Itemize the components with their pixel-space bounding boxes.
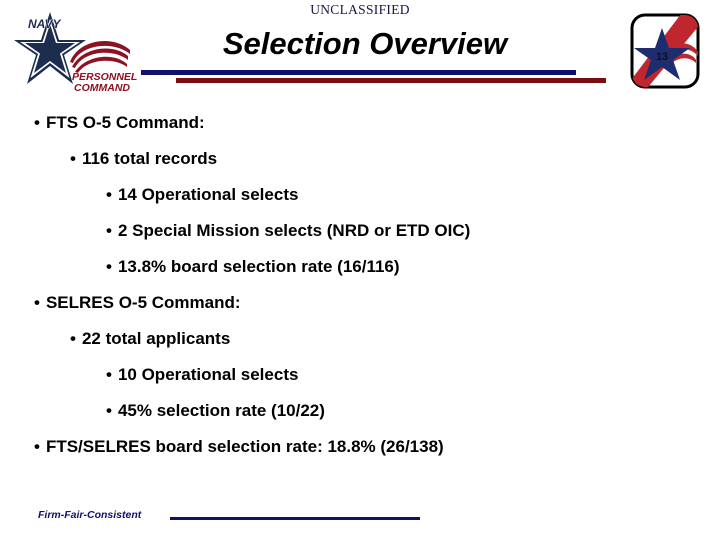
bullet-text: FTS O-5 Command:: [45, 113, 205, 132]
bullet-text: SELRES O-5 Command:: [45, 293, 241, 312]
bullet-marker: •: [70, 329, 76, 348]
board-badge-logo: 13: [628, 10, 702, 92]
bullet-item: • 13.8% board selection rate (16/116): [0, 249, 720, 285]
bullet-text: 116 total records: [81, 149, 218, 168]
footer-tagline: Firm-Fair-Consistent: [38, 509, 142, 521]
presentation-slide: UNCLASSIFIED NAVY PERSONNEL COMMAND Sele…: [0, 0, 720, 540]
bullet-marker: •: [106, 365, 112, 384]
title-rule-navy: [141, 70, 576, 75]
bullet-item: • 45% selection rate (10/22): [0, 393, 720, 429]
title-rule-red: [176, 78, 606, 83]
svg-text:COMMAND: COMMAND: [74, 82, 130, 94]
bullet-text: 22 total applicants: [81, 329, 231, 348]
svg-text:NAVY: NAVY: [28, 17, 61, 31]
bullet-text: 13.8% board selection rate (16/116): [117, 257, 400, 276]
bullet-marker: •: [34, 437, 40, 456]
bullet-marker: •: [106, 185, 112, 204]
slide-body: • FTS O-5 Command: • 116 total records • 14…: [0, 105, 720, 465]
badge-number: 13: [656, 51, 668, 63]
navy-personnel-command-logo: NAVY PERSONNEL COMMAND: [12, 6, 137, 94]
bullet-marker: •: [70, 149, 76, 168]
bullet-text: 10 Operational selects: [117, 365, 299, 384]
bullet-item: • SELRES O-5 Command:: [0, 285, 720, 321]
bullet-item: • 14 Operational selects: [0, 177, 720, 213]
bullet-marker: •: [34, 293, 40, 312]
bullet-marker: •: [34, 113, 40, 132]
bullet-marker: •: [106, 401, 112, 420]
bullet-text: 45% selection rate (10/22): [117, 401, 325, 420]
footer-rule: [170, 517, 420, 520]
bullet-item: • FTS O-5 Command:: [0, 105, 720, 141]
page-title: Selection Overview: [222, 26, 508, 61]
bullet-item: • 116 total records: [0, 141, 720, 177]
bullet-item: • FTS/SELRES board selection rate: 18.8% …: [0, 429, 720, 465]
bullet-text: 14 Operational selects: [117, 185, 299, 204]
bullet-text: 2 Special Mission selects (NRD or ETD OI…: [117, 221, 471, 240]
bullet-text: FTS/SELRES board selection rate: 18.8% (…: [45, 437, 444, 456]
bullet-item: • 2 Special Mission selects (NRD or ETD O…: [0, 213, 720, 249]
bullet-item: • 22 total applicants: [0, 321, 720, 357]
bullet-marker: •: [106, 221, 112, 240]
bullet-item: • 10 Operational selects: [0, 357, 720, 393]
bullet-marker: •: [106, 257, 112, 276]
